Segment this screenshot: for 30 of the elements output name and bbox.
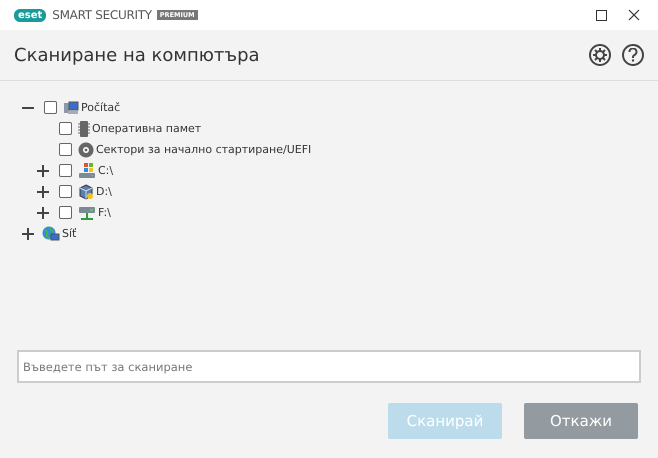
brand-logo: eset [14,8,46,22]
windows-drive-icon [78,162,96,178]
tree-item[interactable]: Сектори за начално стартиране/UEFI [96,143,312,156]
expand-icon[interactable] [22,228,34,240]
disc-icon [78,142,94,158]
cube-drive-icon [78,184,94,200]
page-title: Сканиране на компютъра [14,44,261,66]
checkbox[interactable] [59,185,72,198]
tree-item[interactable]: C:\ [98,164,114,177]
memory-chip-icon [78,120,90,136]
tree-item[interactable]: D:\ [96,185,112,198]
settings-icon[interactable] [589,44,611,66]
product-name: SMART SECURITY [52,8,152,22]
expand-icon[interactable] [37,206,49,218]
path-input-field[interactable]: Въведете път за сканиране [17,350,641,383]
checkbox[interactable] [44,101,57,114]
checkbox[interactable] [59,122,72,135]
tree-item[interactable]: Počítač [81,101,120,114]
tree-item[interactable]: F:\ [98,206,111,219]
network-drive-icon [78,204,96,220]
checkbox[interactable] [59,206,72,219]
tree-item[interactable]: Síť [62,227,76,240]
computer-icon [63,100,79,116]
tree-item[interactable]: Оперативна памет [92,122,202,135]
globe-computer-icon [42,226,60,242]
help-icon[interactable] [622,44,644,66]
checkbox[interactable] [59,164,72,177]
expand-icon[interactable] [37,164,49,176]
expand-icon[interactable] [37,186,49,198]
checkbox[interactable] [59,143,72,156]
